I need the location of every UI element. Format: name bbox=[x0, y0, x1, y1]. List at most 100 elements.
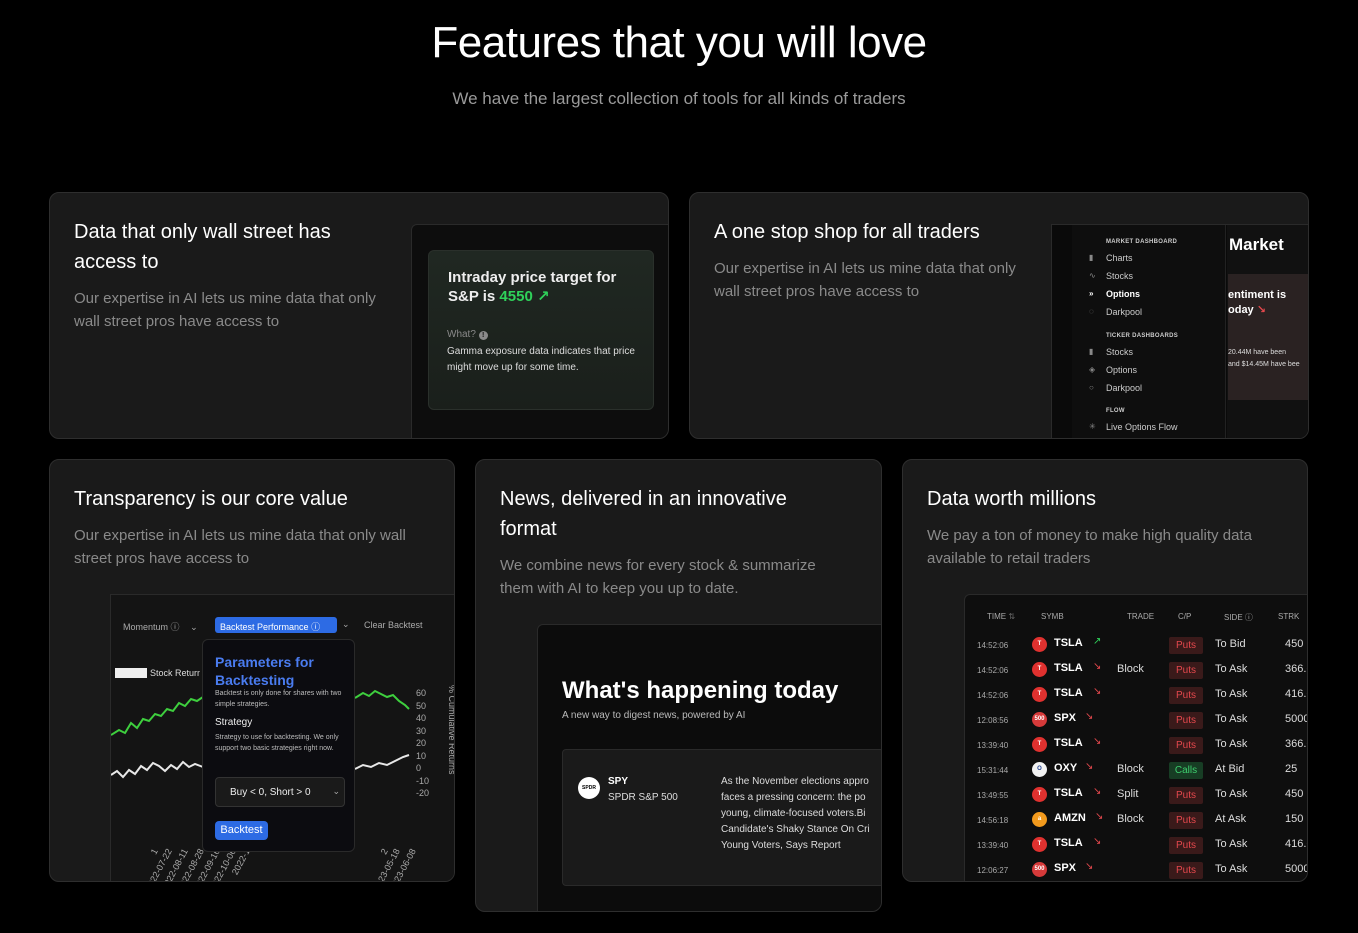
row-trade: Split bbox=[1117, 788, 1139, 801]
table-row[interactable]: 13:39:40 T TSLA ↘ Puts To Ask 366.67 bbox=[965, 732, 1307, 757]
row-time: 14:52:06 bbox=[977, 691, 1009, 701]
row-time: 12:06:27 bbox=[977, 866, 1009, 876]
arrow-down-right-icon: ↘ bbox=[1093, 661, 1102, 673]
card-description: Our expertise in AI lets us mine data th… bbox=[74, 527, 406, 567]
strategy-return-line bbox=[111, 696, 204, 736]
row-strike: 366.67 bbox=[1285, 738, 1307, 751]
what-label[interactable]: What? ! bbox=[447, 329, 488, 340]
sidebar-item-options[interactable]: » Options bbox=[1089, 289, 1140, 299]
row-strike: 5000 bbox=[1285, 863, 1308, 876]
help-icon: ⓘ bbox=[1244, 613, 1253, 622]
row-side: To Ask bbox=[1215, 688, 1248, 701]
row-time: 13:49:55 bbox=[977, 791, 1009, 801]
ticker-logo: O bbox=[1032, 762, 1047, 778]
column-header-strike[interactable]: STRK bbox=[1278, 612, 1299, 621]
table-row[interactable]: 13:49:55 T TSLA ↘ Split Puts To Ask 450 bbox=[965, 782, 1307, 807]
row-side: To Bid bbox=[1215, 638, 1246, 650]
card-title: Data that only wall street has access to bbox=[74, 221, 331, 273]
column-header-symbol[interactable]: SYMB bbox=[1041, 612, 1064, 621]
row-strike: 150 bbox=[1285, 813, 1304, 826]
strategy-return-line-right bbox=[354, 689, 410, 710]
sidebar-item-ticker-darkpool[interactable]: ○ Darkpool bbox=[1089, 383, 1142, 393]
column-header-cp[interactable]: C/P bbox=[1178, 612, 1191, 621]
row-strike: 25 bbox=[1285, 763, 1298, 776]
row-cp-badge: Puts bbox=[1169, 712, 1203, 730]
arrow-down-right-icon: ↘ bbox=[1085, 711, 1094, 723]
row-strike: 450 bbox=[1285, 638, 1304, 650]
backtest-parameters-popover: Parameters for Backtesting Backtest is o… bbox=[202, 639, 355, 852]
row-time: 14:56:18 bbox=[977, 816, 1009, 826]
sidebar-section-market: MARKET DASHBOARD bbox=[1106, 239, 1178, 245]
table-row[interactable]: 13:39:40 T TSLA ↘ Puts To Ask 416.67 bbox=[965, 832, 1307, 857]
row-symbol: TSLA bbox=[1054, 737, 1083, 750]
column-header-trade[interactable]: TRADE bbox=[1127, 612, 1154, 621]
arrow-up-right-icon: ↗ bbox=[1093, 636, 1102, 647]
row-symbol: TSLA bbox=[1054, 687, 1083, 700]
price-target-heading: Intraday price target for S&P is 4550 ↗ bbox=[448, 269, 617, 305]
sidebar-item-ticker-options[interactable]: ◈ Options bbox=[1089, 365, 1137, 375]
table-row[interactable]: 12:06:27 500 SPX ↘ Puts To Ask 5000 bbox=[965, 857, 1308, 881]
ticker-logo: 500 bbox=[1032, 862, 1047, 878]
row-side: To Ask bbox=[1215, 838, 1248, 851]
row-side: To Ask bbox=[1215, 788, 1248, 801]
sidebar-item-ticker-stocks[interactable]: ▮ Stocks bbox=[1089, 347, 1133, 357]
row-symbol: SPX bbox=[1054, 862, 1077, 875]
news-subheading: A new way to digest news, powered by AI bbox=[562, 710, 746, 721]
news-preview: What's happening today A new way to dige… bbox=[537, 624, 881, 911]
sidebar-item-darkpool[interactable]: ◌ Darkpool bbox=[1089, 307, 1142, 317]
cloud-icon: ○ bbox=[1089, 383, 1094, 392]
bar-chart-icon: ▮ bbox=[1089, 253, 1094, 262]
stock-return-line bbox=[111, 760, 204, 779]
row-strike: 416.67 bbox=[1285, 688, 1307, 701]
spdr-logo: SPDR bbox=[578, 777, 600, 799]
sidebar-item-stocks[interactable]: ∿ Stocks bbox=[1089, 271, 1133, 281]
row-side: At Bid bbox=[1215, 763, 1245, 776]
arrow-down-right-icon: ↘ bbox=[1085, 861, 1094, 873]
y-axis-label: % Cumulative Returns bbox=[447, 685, 455, 775]
row-cp-badge: Puts bbox=[1169, 687, 1203, 705]
section-subtitle: We have the largest collection of tools … bbox=[452, 89, 906, 108]
row-cp-badge: Puts bbox=[1169, 812, 1203, 830]
card-title: Transparency is our core value bbox=[74, 488, 348, 510]
table-row[interactable]: 14:52:06 T TSLA ↘ Puts To Ask 416.67 bbox=[965, 682, 1307, 707]
row-cp-badge: Puts bbox=[1169, 737, 1203, 755]
row-strike: 366.67 bbox=[1285, 663, 1307, 676]
row-time: 12:08:56 bbox=[977, 716, 1009, 726]
price-target-detail: Gamma exposure data indicates that price… bbox=[447, 346, 635, 373]
ticker-logo: T bbox=[1032, 662, 1047, 678]
table-row[interactable]: 14:56:18 a AMZN ↘ Block Puts At Ask 150 bbox=[965, 807, 1307, 832]
card-title: News, delivered in an innovative format bbox=[500, 488, 787, 540]
column-header-time[interactable]: TIME ⇅ bbox=[987, 612, 1015, 621]
y-axis-ticks: 60 50 40 30 20 10 0 -10 -20 bbox=[416, 688, 430, 798]
news-summary: As the November elections appro faces a … bbox=[721, 776, 870, 851]
table-row[interactable]: 14:52:06 T TSLA ↗ Puts To Bid 450 bbox=[965, 632, 1307, 657]
price-target-value: 4550 bbox=[499, 288, 533, 305]
feature-card-news: News, delivered in an innovative format … bbox=[475, 459, 882, 912]
card-title: A one stop shop for all traders bbox=[714, 221, 980, 243]
row-trade: Block bbox=[1117, 663, 1144, 676]
row-cp-badge: Calls bbox=[1169, 762, 1203, 780]
popover-description: Backtest is only done for shares with tw… bbox=[215, 690, 342, 708]
strategy-select[interactable]: Buy < 0, Short > 0 ⌄ bbox=[215, 777, 345, 807]
table-row[interactable]: 15:31:44 O OXY ↘ Block Calls At Bid 25 bbox=[965, 757, 1307, 782]
table-row[interactable]: 12:08:56 500 SPX ↘ Puts To Ask 5000 bbox=[965, 707, 1308, 732]
row-strike: 416.67 bbox=[1285, 838, 1307, 851]
card-title: Data worth millions bbox=[927, 488, 1096, 510]
sidebar-item-live-flow[interactable]: ✳ Live Options Flow bbox=[1089, 422, 1178, 432]
news-item[interactable]: SPDR SPY SPDR S&P 500 As the November el… bbox=[562, 749, 881, 886]
row-side: To Ask bbox=[1215, 738, 1248, 751]
row-side: At Ask bbox=[1215, 813, 1247, 826]
news-heading: What's happening today bbox=[562, 677, 839, 704]
row-trade: Block bbox=[1117, 813, 1144, 826]
table-row[interactable]: 14:52:06 T TSLA ↘ Block Puts To Ask 366.67 bbox=[965, 657, 1307, 682]
backtest-preview: Momentum ⓘ ⌄ Backtest Performance ⓘ ⌄ Cl… bbox=[110, 594, 455, 881]
sidebar-item-charts[interactable]: ▮ Charts bbox=[1089, 253, 1133, 263]
row-time: 14:52:06 bbox=[977, 666, 1009, 676]
sentiment-note: 20.44M have been and $14.45M have bee bbox=[1228, 349, 1300, 368]
arrow-down-right-icon: ↘ bbox=[1095, 811, 1104, 823]
backtest-button[interactable]: Backtest bbox=[215, 821, 268, 840]
column-header-side[interactable]: SIDE ⓘ bbox=[1224, 612, 1253, 623]
row-strike: 5000 bbox=[1285, 713, 1308, 726]
ticker-logo: T bbox=[1032, 787, 1047, 803]
arrow-down-right-icon: ↘ bbox=[1093, 736, 1102, 748]
